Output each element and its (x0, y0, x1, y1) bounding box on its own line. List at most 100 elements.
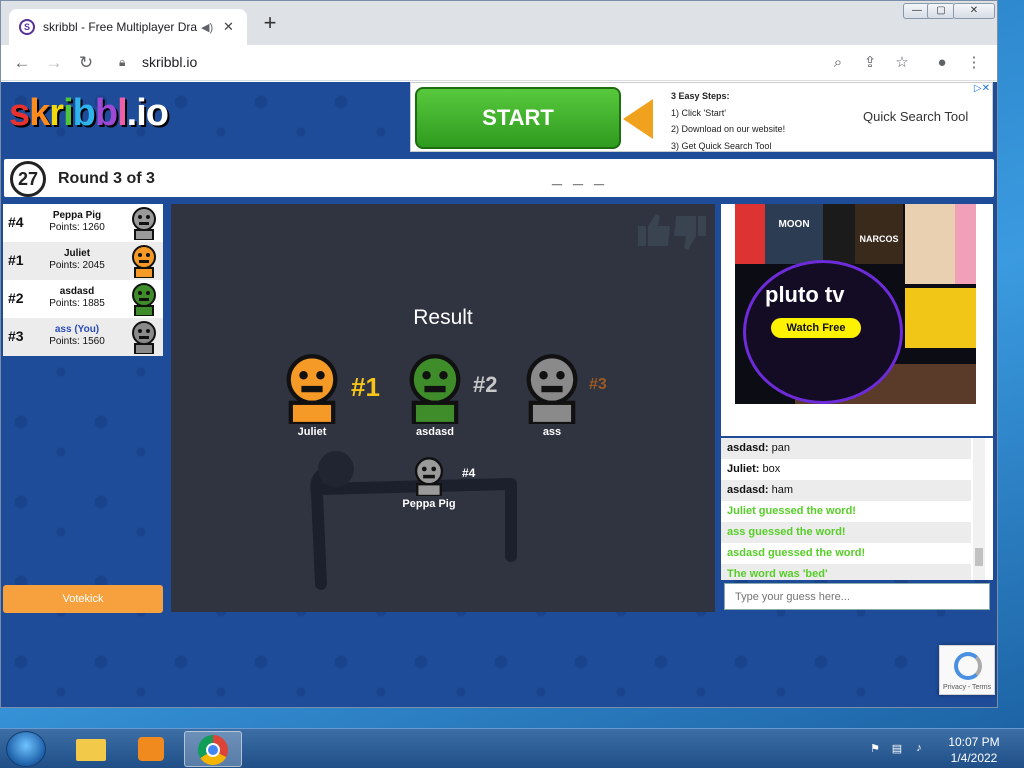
chat-list: asdasd: pan Juliet: box asdasd: ham Juliet … (721, 438, 993, 580)
recaptcha-badge[interactable]: Privacy - Terms (939, 645, 995, 695)
ad-steps: 3 Easy Steps: 1) Click 'Start' 2) Downlo… (671, 91, 786, 151)
player-avatar (132, 283, 156, 316)
podium-avatar (526, 354, 578, 427)
player-name: Peppa Pig (52, 210, 102, 221)
chat-text: Juliet guessed the word! (727, 505, 856, 517)
poster-image (905, 288, 976, 348)
podium-avatar (414, 457, 444, 498)
podium-name: asdasd (416, 426, 454, 438)
podium-rank: #3 (589, 376, 607, 393)
recaptcha-text[interactable]: Privacy - Terms (943, 684, 991, 691)
player-points: Points: 1885 (49, 298, 105, 309)
media-player-taskbar-icon[interactable] (122, 731, 180, 767)
lock-icon[interactable]: 🔒︎ (119, 55, 133, 71)
taskbar-time[interactable]: 10:07 PM (946, 735, 1002, 749)
maximize-button[interactable]: ▢ (927, 3, 955, 19)
podium-player: Peppa Pig (402, 456, 456, 510)
drawing-canvas[interactable]: Result Juliet #1 asdasd #2 ass #3 Peppa … (171, 204, 715, 612)
chat-text: asdasd guessed the word! (727, 547, 866, 559)
round-label: Round 3 of 3 (58, 170, 155, 187)
recaptcha-icon (954, 652, 982, 680)
tab-bar: S skribbl - Free Multiplayer Dra ◀) ✕ + … (1, 1, 997, 45)
watch-free-button[interactable]: Watch Free (771, 318, 861, 338)
chat-text: ass guessed the word! (727, 526, 846, 538)
menu-kebab-icon[interactable]: ⋮ (963, 52, 985, 74)
volume-icon[interactable]: ♪ (912, 742, 926, 756)
ad-close-icon[interactable]: ▷✕ (974, 83, 990, 94)
page-content: skribbl.io START 3 Easy Steps: 1) Click … (1, 82, 997, 707)
browser-tab[interactable]: S skribbl - Free Multiplayer Dra ◀) ✕ (9, 9, 247, 45)
player-list: #4 Peppa Pig Points: 1260 #1 Juliet Points: … (3, 204, 163, 356)
chat-text: box (759, 463, 781, 475)
address-bar[interactable]: skribbl.io (142, 54, 197, 70)
player-points: Points: 1260 (49, 222, 105, 233)
podium-avatar (409, 354, 461, 427)
thumbs-down-icon (674, 216, 706, 250)
player-row[interactable]: #1 Juliet Points: 2045 (3, 242, 163, 280)
network-icon[interactable]: ▤ (890, 742, 904, 756)
pluto-logo: pluto tv (765, 282, 845, 307)
taskbar-date[interactable]: 1/4/2022 (946, 751, 1002, 765)
chat-box: asdasd: pan Juliet: box asdasd: ham Juliet … (721, 438, 993, 580)
ad-arrow-icon (623, 99, 653, 139)
chat-message: asdasd: ham (721, 480, 971, 501)
player-row[interactable]: #3 ass (You) Points: 1560 (3, 318, 163, 356)
pluto-ad-creative[interactable]: MOON NARCOS pluto tv Watch Free (735, 204, 976, 404)
bookmark-star-icon[interactable]: ☆ (891, 52, 913, 74)
explorer-taskbar-icon[interactable] (62, 731, 120, 767)
new-tab-button[interactable]: + (259, 12, 281, 35)
rating-thumbs (638, 214, 706, 250)
chat-message: Juliet guessed the word! (721, 501, 971, 522)
podium-rank: #4 (462, 466, 476, 480)
speaker-icon[interactable]: ◀) (201, 21, 215, 34)
podium-player: asdasd (399, 352, 471, 438)
back-button[interactable]: ← (11, 52, 33, 74)
reload-button[interactable]: ↻ (75, 52, 97, 74)
poster-image (735, 204, 765, 264)
poster-narcos: NARCOS (855, 204, 903, 264)
player-name: Juliet (63, 248, 91, 259)
chat-author: asdasd: (727, 484, 769, 496)
thumbs-up-icon (638, 214, 670, 246)
player-row[interactable]: #4 Peppa Pig Points: 1260 (3, 204, 163, 242)
chat-message: Juliet: box (721, 459, 971, 480)
poster-moon: MOON (765, 204, 823, 264)
chat-text: ham (768, 484, 794, 496)
podium-player: Juliet (276, 352, 348, 438)
game-header: 27 Round 3 of 3 _ _ _ (4, 159, 994, 197)
ad-start-button[interactable]: START (415, 87, 621, 149)
banner-ad[interactable]: START 3 Easy Steps: 1) Click 'Start' 2) … (410, 82, 993, 152)
browser-toolbar: ← → ↻ 🔒︎ skribbl.io ⌕ ⇪ ☆ ● ⋮ (1, 45, 997, 81)
forward-button[interactable]: → (43, 52, 65, 74)
player-row[interactable]: #2 asdasd Points: 1885 (3, 280, 163, 318)
chat-text: pan (768, 442, 790, 454)
share-icon[interactable]: ⇪ (859, 52, 881, 74)
player-rank: #1 (8, 252, 24, 268)
chrome-taskbar-icon[interactable] (184, 731, 242, 767)
tab-title: skribbl - Free Multiplayer Dra (43, 20, 198, 34)
player-avatar (132, 207, 156, 240)
player-name: ass (You) (54, 324, 100, 335)
result-title: Result (413, 306, 473, 329)
tab-close-icon[interactable]: ✕ (223, 19, 237, 35)
player-rank: #4 (8, 214, 24, 230)
poster-image (823, 204, 855, 264)
word-hint: _ _ _ (552, 167, 608, 187)
player-points: Points: 1560 (49, 336, 105, 347)
skribbl-logo: skribbl.io (9, 92, 169, 134)
player-points: Points: 2045 (49, 260, 105, 271)
votekick-button[interactable]: Votekick (3, 585, 163, 613)
browser-window: S skribbl - Free Multiplayer Dra ◀) ✕ + … (0, 0, 998, 708)
side-ad[interactable]: MOON NARCOS pluto tv Watch Free (721, 204, 993, 436)
podium-avatar (286, 354, 338, 427)
close-window-button[interactable]: ✕ (953, 3, 995, 19)
zoom-icon[interactable]: ⌕ (827, 52, 849, 74)
start-button[interactable] (6, 731, 46, 767)
flag-icon[interactable]: ⚑ (868, 742, 882, 756)
player-avatar (132, 321, 156, 354)
guess-input[interactable] (724, 583, 990, 610)
player-avatar (132, 245, 156, 278)
profile-icon[interactable]: ● (931, 52, 953, 74)
chat-scrollbar[interactable] (973, 438, 985, 580)
podium-name: Peppa Pig (402, 498, 456, 510)
